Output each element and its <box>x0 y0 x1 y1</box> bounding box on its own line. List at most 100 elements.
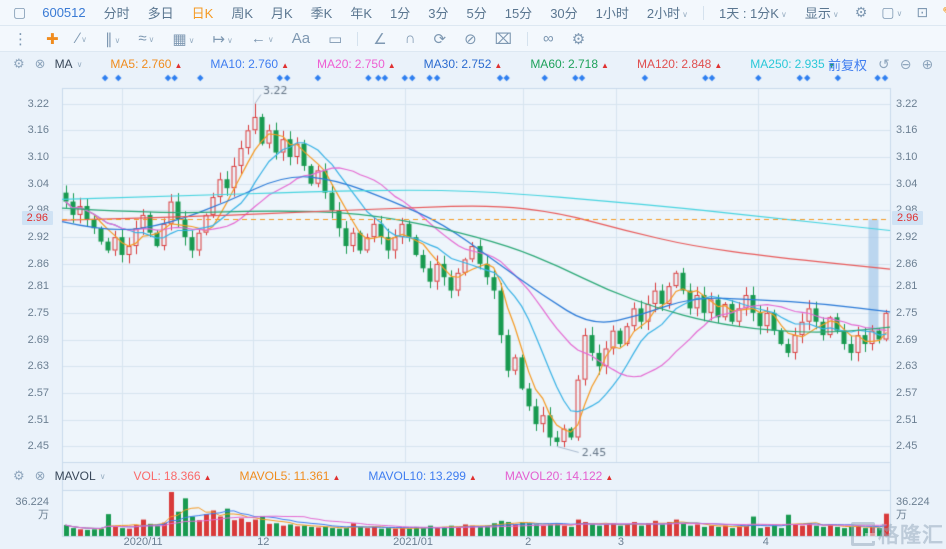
indicator-label: MA30: <box>424 57 459 71</box>
undo-icon[interactable]: ↺ <box>873 56 895 73</box>
tab-monthly-k[interactable]: 月K <box>262 3 302 22</box>
indicator-close-icon[interactable]: ⊗ <box>30 56 51 72</box>
time-tick-label[interactable]: 3 <box>618 536 624 548</box>
tab-yearly-k[interactable]: 年K <box>341 3 381 22</box>
callout-tool-icon[interactable]: ▭ <box>319 30 351 48</box>
camera-icon: ⊡ <box>916 4 928 20</box>
time-tick-label[interactable]: 12 <box>257 536 269 548</box>
forward-adjust-button[interactable]: 前复权 <box>828 55 867 74</box>
indicator-name[interactable]: MA <box>51 57 75 71</box>
text-tool-icon: Aa <box>292 30 310 47</box>
compare-icon[interactable]: ∞ <box>534 30 563 47</box>
move-tool-icon[interactable]: ✚ <box>37 30 68 48</box>
zoom-in-icon[interactable]: ⊕ <box>916 56 938 73</box>
tab-yearly-k-label: 年K <box>350 6 372 21</box>
window-icon[interactable]: ▢ <box>6 4 33 21</box>
watermark-logo: 格隆汇 <box>851 519 944 549</box>
indicator-label: MA10: <box>210 57 245 71</box>
tab-15min[interactable]: 15分 <box>496 3 541 22</box>
indicator-value: MA5:2.760▲ <box>110 57 182 71</box>
price-tick-label: 3.04 <box>896 178 917 190</box>
tab-15min-label: 15分 <box>505 6 532 21</box>
tab-1min[interactable]: 1分 <box>381 3 419 22</box>
callout-tool-icon: ▭ <box>328 31 342 48</box>
wave-tool-icon[interactable]: ≈∨ <box>129 30 163 47</box>
indicator-name[interactable]: MAVOL <box>51 469 98 483</box>
compare-icon: ∞ <box>543 30 554 47</box>
toolbar-divider <box>703 6 704 20</box>
tab-intraday[interactable]: 分时 <box>95 3 139 22</box>
extend-line-tool-icon[interactable]: ↦∨ <box>203 30 241 48</box>
tab-daily-k-label: 日K <box>192 6 214 21</box>
price-tick-label: 2.86 <box>896 258 917 270</box>
indicator-label: MA120: <box>637 57 678 71</box>
chevron-down-icon: ∨ <box>100 472 106 481</box>
tab-2hour[interactable]: 2小时∨ <box>638 3 697 22</box>
camera-icon[interactable]: ⊡ <box>909 4 935 21</box>
replay-tool-icon[interactable]: ⟳ <box>425 30 456 48</box>
tab-30min-label: 30分 <box>550 6 577 21</box>
display-menu[interactable]: 显示∨ <box>796 3 848 22</box>
price-tick-label: 3.10 <box>28 151 49 163</box>
tab-weekly-k-label: 周K <box>231 6 253 21</box>
chevron-down-icon: ∨ <box>77 60 83 69</box>
tab-2hour-label: 2小时 <box>647 6 680 21</box>
time-tick-label[interactable]: 2021/01 <box>393 536 433 548</box>
toolbar-divider <box>527 32 528 46</box>
chevron-down-icon: ∨ <box>833 10 839 19</box>
tab-multiday[interactable]: 多日 <box>139 3 183 22</box>
layout-icon[interactable]: ▢∨ <box>874 4 909 21</box>
time-tick-label[interactable]: 2020/11 <box>124 536 163 548</box>
indicator-value: MAVOL10:13.299▲ <box>368 469 476 483</box>
tab-intraday-label: 分时 <box>104 6 130 21</box>
trendline-tool-icon[interactable]: ∕∨ <box>68 30 96 47</box>
price-tick-label: 2.63 <box>896 360 917 372</box>
tab-weekly-k[interactable]: 周K <box>222 3 262 22</box>
tab-3min[interactable]: 3分 <box>419 3 457 22</box>
zoom-out-icon[interactable]: ⊖ <box>895 56 917 73</box>
stock-code[interactable]: 600512 <box>33 5 94 20</box>
indicator-close-icon[interactable]: ⊗ <box>30 468 51 484</box>
hide-drawings-icon[interactable]: ⊘ <box>455 30 486 48</box>
wave-tool-icon: ≈ <box>138 30 146 47</box>
tab-30min[interactable]: 30分 <box>541 3 586 22</box>
price-tick-label: 3.16 <box>896 124 917 136</box>
indicator-value: MAVOL5:11.361▲ <box>240 469 341 483</box>
indicator-settings-icon[interactable]: ⚙ <box>8 56 30 72</box>
chevron-down-icon: ∨ <box>227 36 233 45</box>
drag-handle-icon[interactable]: ⋮ <box>4 30 37 48</box>
text-tool-icon[interactable]: Aa <box>283 30 319 47</box>
tab-5min[interactable]: 5分 <box>457 3 495 22</box>
indicator-label: MA5: <box>110 57 138 71</box>
price-tick-label: 2.69 <box>28 334 49 346</box>
tab-daily-k[interactable]: 日K <box>183 3 223 22</box>
up-triangle-icon: ▲ <box>714 61 722 70</box>
period-selector[interactable]: 1天 : 1分K∨ <box>710 3 796 22</box>
time-tick-label[interactable]: 2 <box>525 536 531 548</box>
angle-tool-icon: ∠ <box>373 31 386 48</box>
tab-quarterly-k[interactable]: 季K <box>302 3 342 22</box>
channel-tool-icon[interactable]: ∥∨ <box>96 30 129 48</box>
draw-pencil-icon[interactable]: ✎ <box>935 4 946 21</box>
tab-1hour[interactable]: 1小时 <box>587 3 638 22</box>
delete-drawings-icon[interactable]: ⌧ <box>486 30 521 48</box>
draw-settings-icon[interactable]: ⚙ <box>563 30 594 48</box>
angle-tool-icon[interactable]: ∠ <box>364 30 395 48</box>
chevron-down-icon: ∨ <box>682 10 688 19</box>
indicator-settings-icon[interactable]: ⚙ <box>8 468 30 484</box>
magnet-tool-icon[interactable]: ∩ <box>396 30 425 47</box>
tab-monthly-k-label: 月K <box>271 6 293 21</box>
up-triangle-icon: ▲ <box>204 473 212 482</box>
indicator-label: MAVOL10: <box>368 469 426 483</box>
indicator-number: 2.760 <box>141 57 171 71</box>
up-triangle-icon: ▲ <box>388 61 396 70</box>
layout-icon: ▢ <box>881 4 894 20</box>
extend-line-tool-icon: ↦ <box>212 31 225 48</box>
move-tool-icon: ✚ <box>46 31 59 48</box>
arrow-tool-icon[interactable]: ←∨ <box>242 30 283 47</box>
drag-handle-icon: ⋮ <box>13 31 28 48</box>
time-tick-label[interactable]: 4 <box>763 536 769 548</box>
price-tick-label: 2.45 <box>896 440 917 452</box>
settings-gear-icon[interactable]: ⚙ <box>848 4 875 21</box>
gann-tool-icon[interactable]: ▦∨ <box>163 30 203 48</box>
